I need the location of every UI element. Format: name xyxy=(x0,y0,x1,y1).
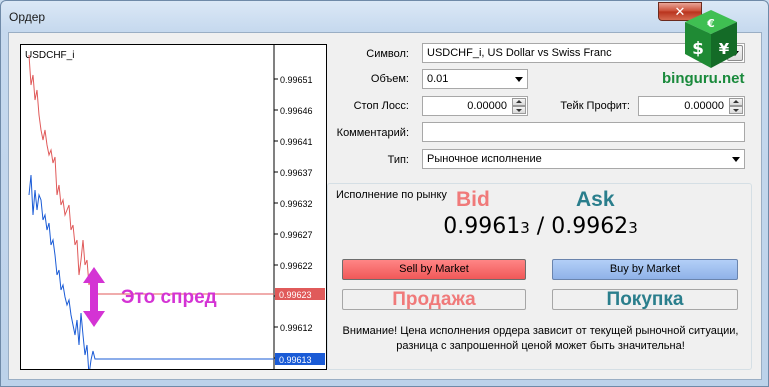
volume-label: Объем: xyxy=(370,73,409,85)
stoploss-value: 0.00000 xyxy=(467,100,507,112)
chart-symbol-label: USDCHF_i xyxy=(25,50,74,61)
volume-value: 0.01 xyxy=(427,73,449,85)
comment-label: Комментарий: xyxy=(336,127,409,139)
group-title: Исполнение по рынку xyxy=(334,189,449,201)
spread-arrow-icon xyxy=(83,267,105,327)
takeprofit-increment-button[interactable] xyxy=(729,98,743,106)
chevron-down-icon xyxy=(515,77,523,82)
tick-chart: USDCHF_i 0.99651 0.99646 0.99641 0.99637 0.99… xyxy=(20,44,327,370)
order-window: Ордер ✕ USDCHF_i 0.99651 0.99646 0.99641 0.9… xyxy=(0,0,769,387)
price-tick-label: 0.99622 xyxy=(280,261,313,271)
symbol-label: Символ: xyxy=(366,48,409,60)
price-tick-label: 0.99612 xyxy=(280,323,313,333)
svg-text:¥: ¥ xyxy=(719,40,730,58)
window-title: Ордер xyxy=(9,10,46,24)
buy-by-market-button[interactable]: Buy by Market xyxy=(552,259,738,280)
price-separator: / xyxy=(529,214,552,239)
stoploss-label: Стоп Лосс: xyxy=(353,100,409,112)
symbol-value: USDCHF_i, US Dollar vs Swiss Franc xyxy=(427,47,612,59)
takeprofit-value: 0.00000 xyxy=(684,100,724,112)
sell-caption: Продажа xyxy=(342,289,526,310)
order-type-value: Рыночное исполнение xyxy=(427,153,542,165)
ask-price-marker: 0.99623 xyxy=(279,290,312,300)
dialog-client-area: USDCHF_i 0.99651 0.99646 0.99641 0.99637 0.99… xyxy=(8,32,762,380)
takeprofit-decrement-button[interactable] xyxy=(729,106,743,114)
price-quote: 0.99613 / 0.99623 xyxy=(328,214,753,239)
spread-annotation: Это спред xyxy=(121,287,217,308)
chart-canvas: USDCHF_i0.996510.996460.996410.996370.99… xyxy=(25,45,325,369)
ask-price-line xyxy=(28,54,274,295)
warning-line-2: разница с запрошенной ценой может быть з… xyxy=(396,340,685,352)
execution-warning: Внимание! Цена исполнения ордера зависит… xyxy=(328,324,753,354)
takeprofit-label: Тейк Профит: xyxy=(560,100,630,112)
title-bar[interactable]: Ордер ✕ xyxy=(1,1,768,33)
bid-price-marker: 0.99613 xyxy=(279,355,312,365)
ask-price-main: 0.9962 xyxy=(551,214,629,239)
svg-text:$: $ xyxy=(692,39,704,59)
bid-price-main: 0.9961 xyxy=(443,214,521,239)
ask-heading: Ask xyxy=(576,188,615,211)
market-execution-group: Исполнение по рынку Bid Ask 0.99613 / 0.… xyxy=(327,183,752,370)
buy-caption: Покупка xyxy=(552,289,738,310)
logo-text: binguru.net xyxy=(662,70,745,87)
volume-select[interactable]: 0.01 xyxy=(422,69,528,89)
sell-by-market-button[interactable]: Sell by Market xyxy=(342,259,526,280)
comment-field[interactable] xyxy=(422,122,745,142)
bid-price-line xyxy=(28,174,274,369)
price-tick-label: 0.99627 xyxy=(280,230,313,240)
chevron-down-icon xyxy=(732,157,740,162)
order-type-select[interactable]: Рыночное исполнение xyxy=(422,149,745,169)
warning-line-1: Внимание! Цена исполнения ордера зависит… xyxy=(342,325,739,337)
bid-price-pip: 3 xyxy=(520,219,530,237)
ask-price-pip: 3 xyxy=(628,219,638,237)
takeprofit-stepper[interactable]: 0.00000 xyxy=(638,96,745,116)
type-label: Тип: xyxy=(387,154,409,166)
bid-heading: Bid xyxy=(456,188,490,211)
price-tick-label: 0.99632 xyxy=(280,199,313,209)
svg-text:€: € xyxy=(706,17,715,30)
binguru-logo-icon: € $ ¥ xyxy=(685,10,737,68)
price-tick-label: 0.99637 xyxy=(280,168,313,178)
